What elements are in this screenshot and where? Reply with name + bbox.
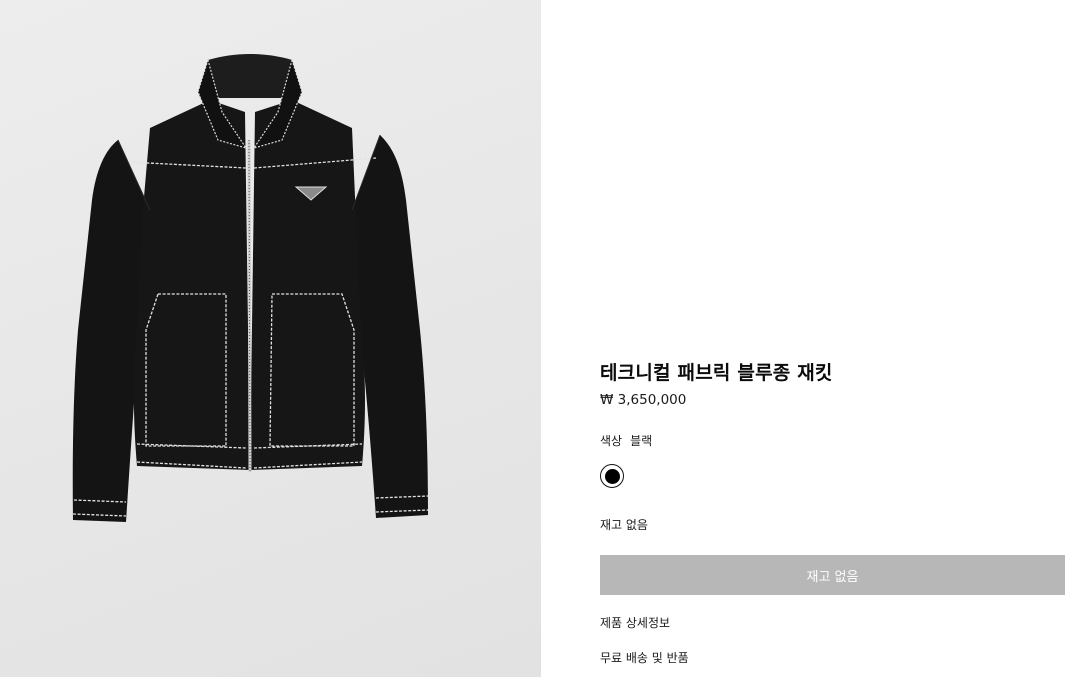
product-title: 테크니컬 패브릭 블루종 재킷 [600,362,833,384]
product-page: 테크니컬 패브릭 블루종 재킷 ₩ 3,650,000 색상 블랙 재고 없음 … [0,0,1080,677]
color-swatch-black[interactable] [600,464,624,488]
color-swatch-fill [604,468,620,484]
color-value: 블랙 [630,434,653,448]
product-image-panel [0,0,541,677]
color-label: 색상 [600,434,623,448]
stock-status: 재고 없음 [600,518,648,532]
shipping-returns-link[interactable]: 무료 배송 및 반품 [600,649,689,666]
product-price: ₩ 3,650,000 [600,392,687,408]
out-of-stock-button[interactable]: 재고 없음 [600,555,1065,595]
product-details-link[interactable]: 제품 상세정보 [600,614,670,631]
color-row: 색상 블랙 [600,432,652,449]
product-info-panel: 테크니컬 패브릭 블루종 재킷 ₩ 3,650,000 색상 블랙 재고 없음 … [541,0,1080,677]
product-image-jacket[interactable] [0,0,541,677]
